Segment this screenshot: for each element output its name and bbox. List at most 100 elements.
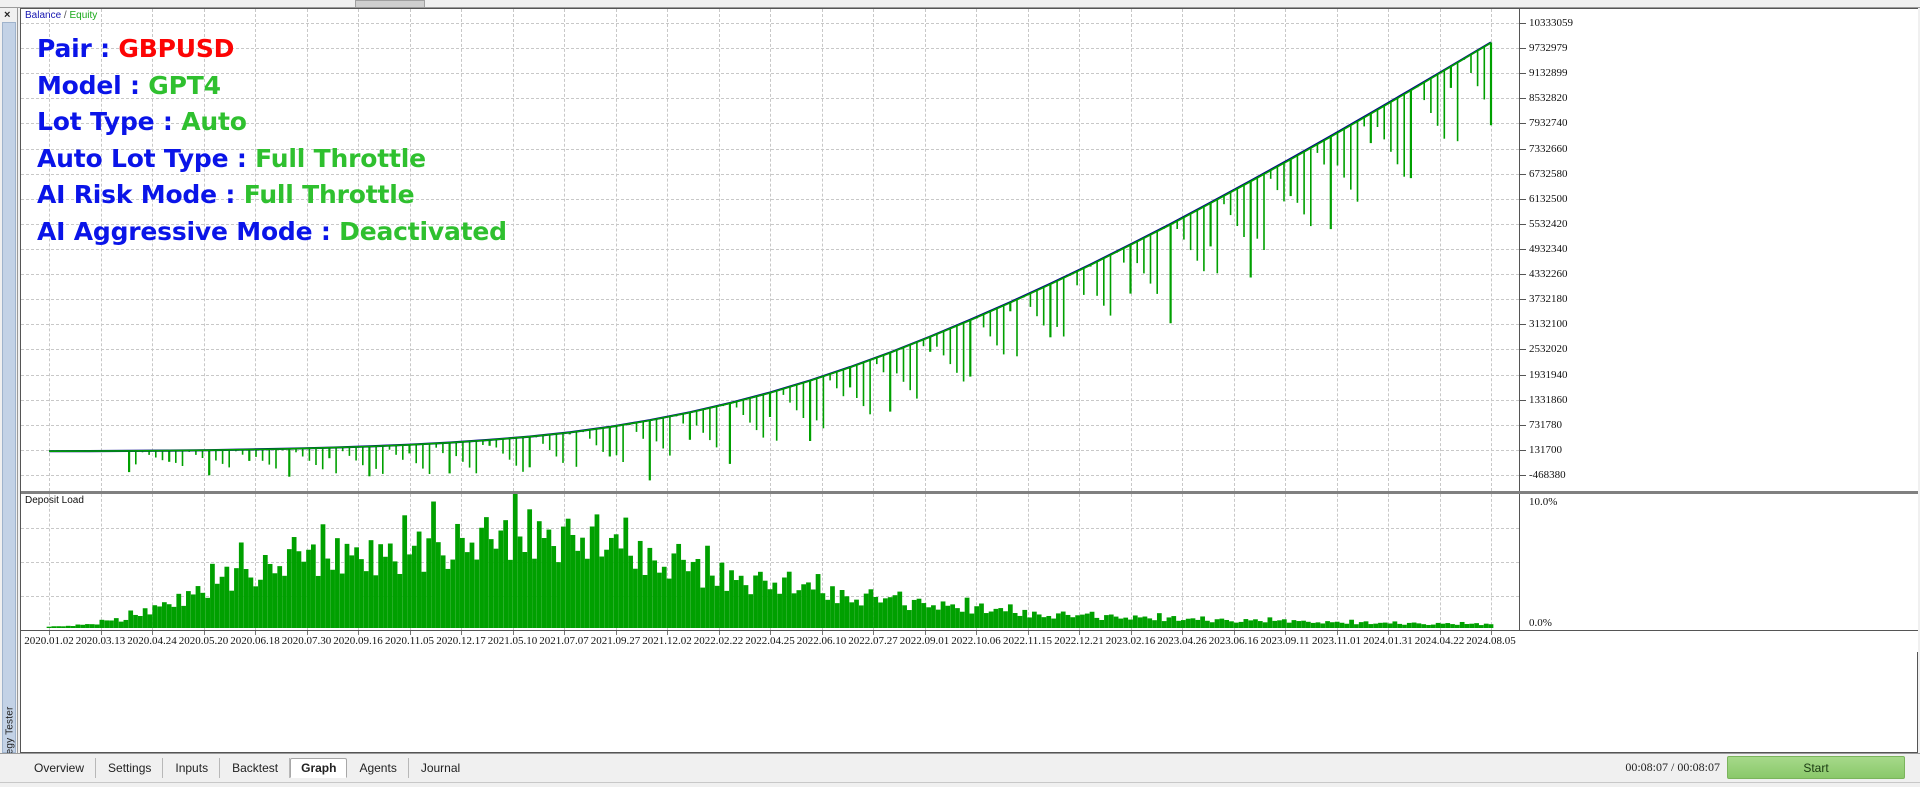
equity-chart-pane[interactable]: Balance / Equity Pair : GBPUSDModel : GP…	[21, 9, 1519, 491]
date-label: 2024.08.05	[1466, 635, 1516, 647]
legend-separator: /	[64, 10, 67, 21]
date-tick	[1440, 631, 1441, 635]
close-icon[interactable]: ×	[4, 10, 10, 20]
price-tick	[1520, 149, 1526, 150]
date-label: 2022.07.27	[848, 635, 898, 647]
date-label: 2022.06.10	[797, 635, 847, 647]
date-tick	[667, 631, 668, 635]
date-label: 2022.09.01	[900, 635, 950, 647]
window-top-strip	[0, 0, 1920, 8]
date-label: 2021.12.02	[642, 635, 692, 647]
chart-legend: Balance / Equity	[25, 10, 97, 21]
date-tick	[49, 631, 50, 635]
date-tick	[152, 631, 153, 635]
price-label: 4332260	[1529, 268, 1568, 280]
price-tick	[1520, 450, 1526, 451]
price-label: 9132899	[1529, 67, 1568, 79]
tab-backtest[interactable]: Backtest	[220, 758, 290, 778]
tab-overview[interactable]: Overview	[22, 758, 96, 778]
date-label: 2020.06.18	[230, 635, 280, 647]
date-tick	[307, 631, 308, 635]
date-label: 2023.02.16	[1106, 635, 1156, 647]
tab-agents[interactable]: Agents	[347, 758, 408, 778]
price-tick	[1520, 98, 1526, 99]
date-tick	[358, 631, 359, 635]
date-label: 2023.04.26	[1157, 635, 1207, 647]
date-tick	[616, 631, 617, 635]
date-tick	[1491, 631, 1492, 635]
date-tick	[1028, 631, 1029, 635]
tab-journal[interactable]: Journal	[409, 758, 472, 778]
date-tick	[204, 631, 205, 635]
date-tick	[513, 631, 514, 635]
strategy-tester-rail: × Strategy Tester	[0, 8, 18, 753]
date-label: 2020.12.17	[436, 635, 486, 647]
tab-inputs[interactable]: Inputs	[163, 758, 220, 778]
price-label: 5532420	[1529, 218, 1568, 230]
price-tick	[1520, 73, 1526, 74]
date-label: 2023.06.16	[1209, 635, 1259, 647]
date-label: 2022.11.15	[1003, 635, 1052, 647]
info-key: AI Risk Mode :	[37, 180, 235, 209]
price-label: 131700	[1529, 444, 1562, 456]
info-key: Auto Lot Type :	[37, 144, 247, 173]
price-tick	[1520, 48, 1526, 49]
date-tick	[873, 631, 874, 635]
tab-list: OverviewSettingsInputsBacktestGraphAgent…	[22, 758, 472, 778]
window-tab-stub[interactable]	[355, 0, 425, 7]
info-value: Full Throttle	[235, 180, 414, 209]
start-button[interactable]: Start	[1727, 756, 1905, 779]
deposit-load-histogram	[21, 494, 1519, 630]
date-tick	[1131, 631, 1132, 635]
price-label: 731780	[1529, 419, 1562, 431]
chart-frame: Balance / Equity Pair : GBPUSDModel : GP…	[20, 8, 1918, 753]
legend-equity: Equity	[69, 10, 97, 21]
price-label: 1331860	[1529, 394, 1568, 406]
date-tick	[101, 631, 102, 635]
date-label: 2020.05.20	[179, 635, 229, 647]
date-label: 2023.11.01	[1312, 635, 1361, 647]
date-tick	[1182, 631, 1183, 635]
price-label: 7932740	[1529, 117, 1568, 129]
tab-settings[interactable]: Settings	[96, 758, 163, 778]
info-value: GPT4	[140, 71, 221, 100]
date-label: 2020.11.05	[385, 635, 434, 647]
info-value: Auto	[173, 107, 247, 136]
date-label: 2021.07.07	[539, 635, 589, 647]
price-tick	[1520, 224, 1526, 225]
date-axis[interactable]: 2020.01.022020.03.132020.04.242020.05.20…	[21, 630, 1918, 652]
deposit-load-title: Deposit Load	[25, 495, 84, 506]
rail-scrollbar[interactable]	[2, 22, 16, 753]
date-tick	[976, 631, 977, 635]
price-label: 8532820	[1529, 92, 1568, 104]
date-label: 2020.03.13	[76, 635, 126, 647]
price-tick	[1520, 299, 1526, 300]
date-tick	[1388, 631, 1389, 635]
info-value: Deactivated	[331, 217, 507, 246]
date-tick	[925, 631, 926, 635]
date-tick	[822, 631, 823, 635]
info-key: AI Aggressive Mode :	[37, 217, 331, 246]
deposit-load-pane[interactable]: Deposit Load	[21, 494, 1519, 630]
date-label: 2024.01.31	[1363, 635, 1413, 647]
deposit-load-min-label: 0.0%	[1529, 617, 1552, 629]
date-label: 2024.04.22	[1415, 635, 1465, 647]
price-label: 9732979	[1529, 42, 1568, 54]
date-label: 2022.12.21	[1054, 635, 1104, 647]
price-label: 6732580	[1529, 168, 1568, 180]
info-line: Pair : GBPUSD	[37, 31, 507, 68]
price-scale-right[interactable]: 1033305997329799132899853282079327407332…	[1519, 9, 1918, 491]
price-tick	[1520, 274, 1526, 275]
price-tick	[1520, 324, 1526, 325]
price-tick	[1520, 375, 1526, 376]
date-label: 2021.05.10	[488, 635, 538, 647]
date-tick	[1079, 631, 1080, 635]
tab-graph[interactable]: Graph	[290, 758, 347, 778]
info-key: Lot Type :	[37, 107, 173, 136]
legend-balance: Balance	[25, 10, 61, 21]
price-tick	[1520, 174, 1526, 175]
date-label: 2020.07.30	[282, 635, 332, 647]
price-label: 1931940	[1529, 369, 1568, 381]
price-tick	[1520, 475, 1526, 476]
info-overlay: Pair : GBPUSDModel : GPT4Lot Type : Auto…	[37, 31, 507, 250]
